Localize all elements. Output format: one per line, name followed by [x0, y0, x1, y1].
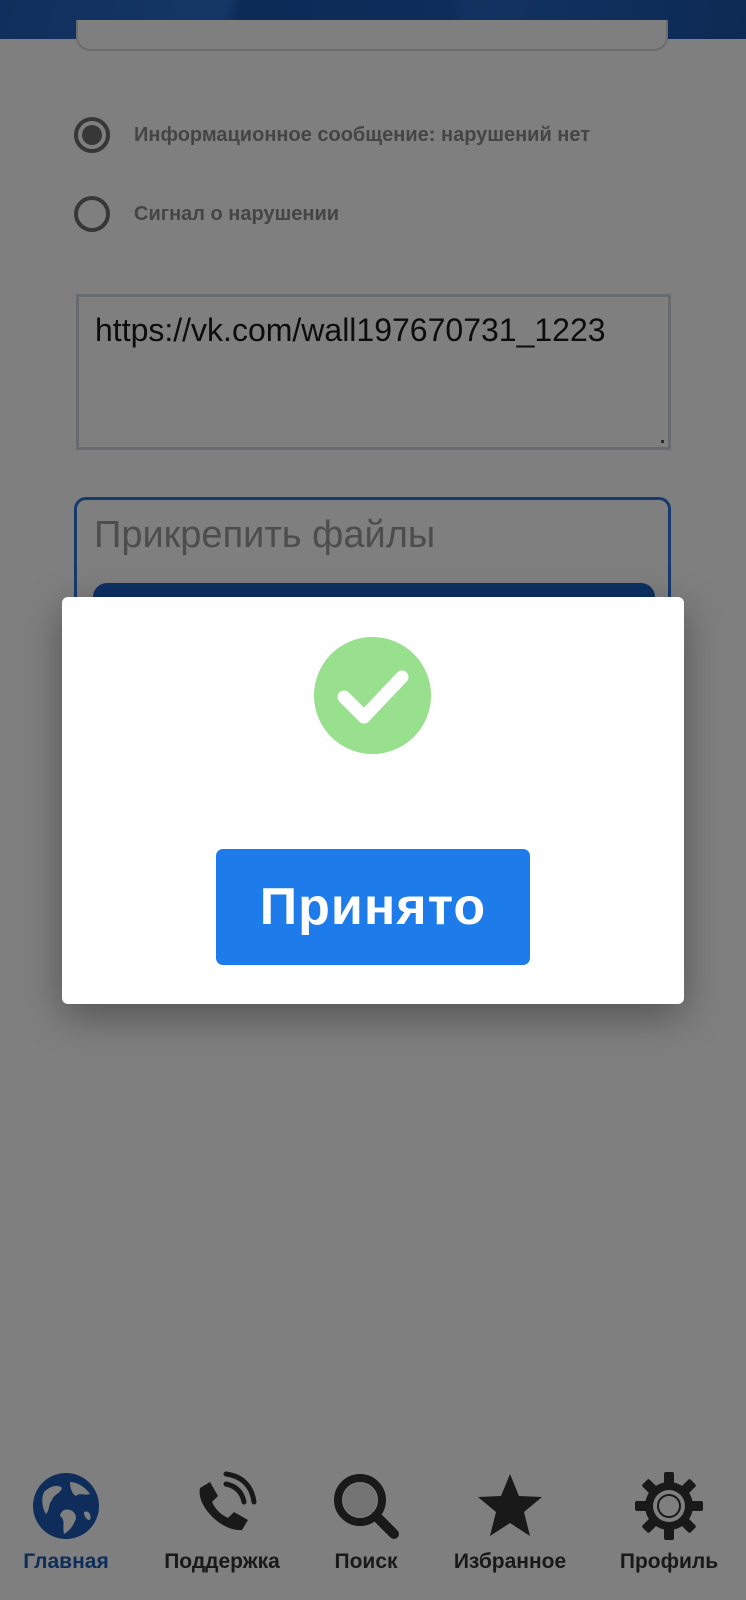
- success-dialog: Принято: [62, 597, 684, 1004]
- accept-button[interactable]: Принято: [216, 849, 530, 965]
- check-circle-icon: [314, 637, 431, 754]
